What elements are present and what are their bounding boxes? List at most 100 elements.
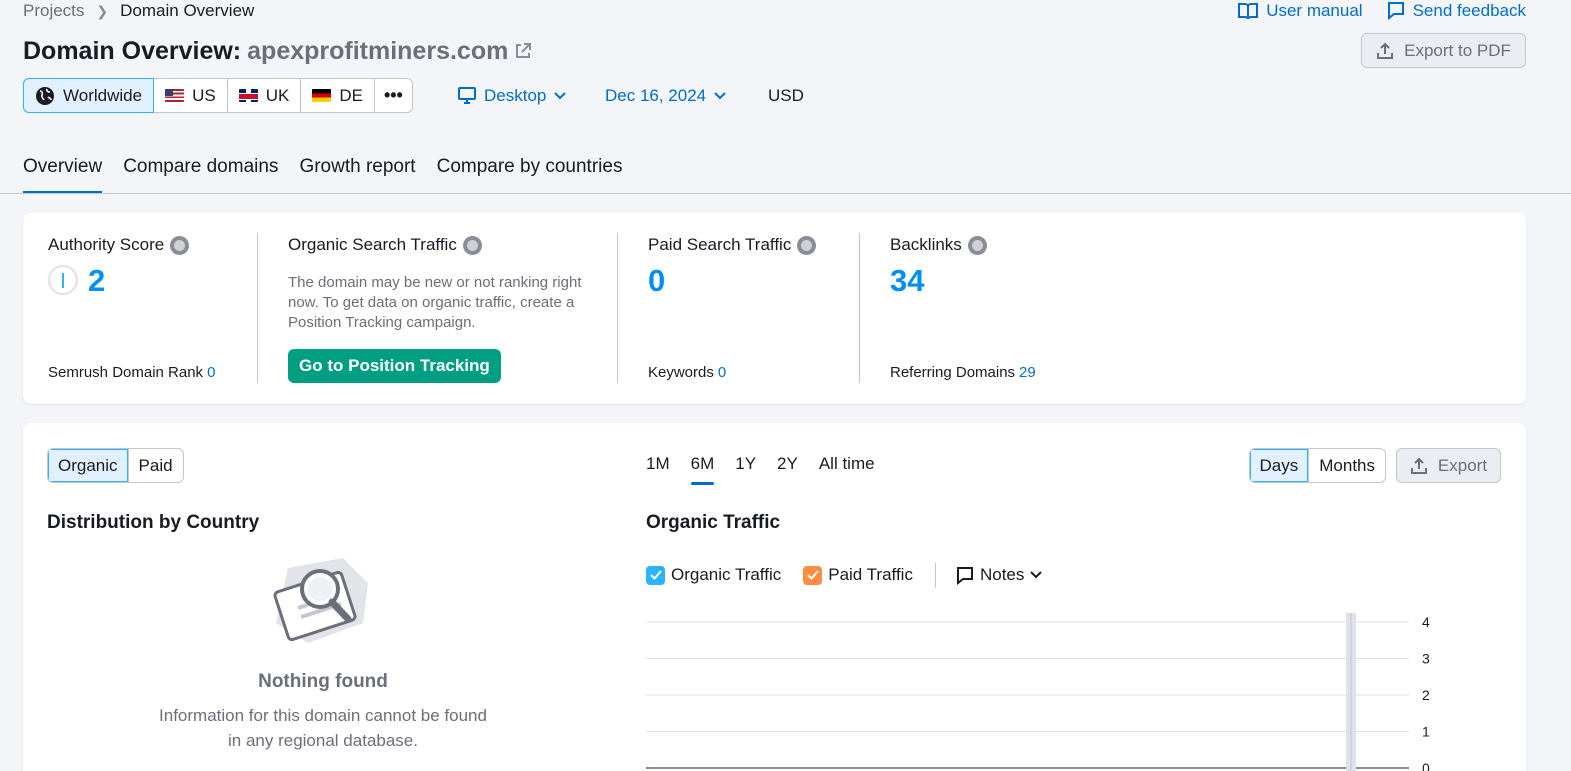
db-uk-label: UK — [265, 85, 290, 105]
external-link-icon[interactable] — [514, 42, 532, 60]
organic-traffic-chart-title: Organic Traffic — [646, 512, 781, 533]
tab-compare-domains[interactable]: Compare domains — [123, 152, 278, 194]
chat-bubble-icon — [956, 566, 973, 585]
period-all-time[interactable]: All time — [819, 454, 875, 484]
toggle-days[interactable]: Days — [1249, 449, 1310, 482]
period-1m[interactable]: 1M — [646, 454, 670, 484]
toggle-paid[interactable]: Paid — [129, 449, 183, 482]
summary-card: Authority Score 2 Semrush Domain Rank 0 O… — [23, 213, 1526, 404]
date-selector[interactable]: Dec 16, 2024 — [605, 83, 726, 108]
breadcrumb-projects-link[interactable]: Projects — [23, 1, 84, 21]
de-flag-icon — [312, 89, 332, 102]
paid-traffic-widget: Paid Search Traffic 0 Keywords 0 — [648, 213, 858, 404]
paid-traffic-value[interactable]: 0 — [648, 263, 665, 299]
semrush-rank: Semrush Domain Rank 0 — [48, 364, 215, 381]
backlinks-value[interactable]: 34 — [890, 263, 924, 299]
db-more-button[interactable]: ••• — [375, 79, 412, 112]
organic-traffic-widget: Organic Search Traffic The domain may be… — [288, 213, 608, 404]
metric-divider — [859, 233, 860, 383]
legend-paid-label: Paid Traffic — [828, 565, 913, 584]
tab-growth-report[interactable]: Growth report — [299, 152, 415, 194]
authority-score-widget: Authority Score 2 Semrush Domain Rank 0 — [48, 213, 258, 404]
referring-domains: Referring Domains 29 — [890, 364, 1036, 381]
export-pdf-button[interactable]: Export to PDF — [1361, 33, 1526, 68]
date-label: Dec 16, 2024 — [605, 85, 707, 105]
currency-label: USD — [768, 85, 804, 105]
granularity-toggle: Days Months — [1248, 448, 1386, 483]
user-manual-label: User manual — [1266, 1, 1363, 20]
legend-organic-label: Organic Traffic — [671, 565, 782, 584]
breadcrumb-current: Domain Overview — [120, 1, 255, 20]
period-selector: 1M 6M 1Y 2Y All time — [646, 454, 875, 485]
empty-state-title: Nothing found — [258, 671, 388, 692]
metric-divider — [257, 233, 258, 383]
db-uk-button[interactable]: UK — [228, 79, 302, 112]
upload-icon — [1410, 457, 1427, 474]
go-to-position-tracking-button[interactable]: Go to Position Tracking — [288, 349, 501, 383]
device-label: Desktop — [484, 85, 547, 105]
period-1y[interactable]: 1Y — [735, 454, 756, 484]
toggle-organic[interactable]: Organic — [48, 449, 129, 482]
referring-domains-value[interactable]: 29 — [1019, 364, 1036, 381]
db-worldwide-label: Worldwide — [63, 85, 143, 105]
authority-score-value[interactable]: 2 — [88, 263, 105, 299]
notes-label: Notes — [979, 565, 1025, 584]
send-feedback-link[interactable]: Send feedback — [1387, 1, 1526, 21]
legend-paid-traffic[interactable]: Paid Traffic — [803, 565, 913, 585]
chevron-down-icon — [714, 91, 726, 99]
page-title: Domain Overview: apexprofitminers.com — [23, 36, 532, 66]
globe-icon — [170, 235, 190, 255]
tab-compare-by-countries[interactable]: Compare by countries — [437, 152, 623, 194]
semrush-rank-value[interactable]: 0 — [207, 364, 215, 381]
send-feedback-label: Send feedback — [1412, 1, 1526, 20]
authority-score-ring — [48, 265, 78, 295]
authority-score-title: Authority Score — [48, 235, 190, 255]
legend-organic-traffic[interactable]: Organic Traffic — [646, 565, 781, 585]
db-de-button[interactable]: DE — [301, 79, 375, 112]
magnifier-document-icon — [273, 558, 368, 643]
uk-flag-icon — [238, 89, 258, 102]
us-flag-icon — [165, 89, 185, 102]
db-us-button[interactable]: US — [154, 79, 228, 112]
chart-legend: Organic Traffic Paid Traffic Notes — [646, 562, 1043, 588]
chevron-right-icon: ❯ — [96, 2, 109, 19]
user-manual-link[interactable]: User manual — [1238, 1, 1363, 21]
globe-icon — [797, 235, 817, 255]
report-tabs: Overview Compare domains Growth report C… — [23, 152, 622, 194]
paid-traffic-label[interactable]: Paid Search Traffic — [648, 235, 791, 255]
more-dots-icon: ••• — [383, 85, 403, 105]
authority-score-label[interactable]: Authority Score — [48, 235, 164, 255]
chevron-down-icon — [1030, 571, 1043, 579]
title-domain[interactable]: apexprofitminers.com — [247, 37, 508, 66]
export-pdf-label: Export to PDF — [1404, 40, 1511, 60]
checkbox-checked-icon[interactable] — [803, 565, 823, 585]
toggle-months[interactable]: Months — [1309, 449, 1385, 482]
chevron-down-icon — [554, 91, 567, 99]
semrush-rank-label: Semrush Domain Rank — [48, 364, 204, 381]
keywords-value[interactable]: 0 — [718, 364, 726, 381]
export-button[interactable]: Export — [1396, 448, 1501, 483]
top-links: User manual Send feedback — [1238, 0, 1526, 22]
checkbox-checked-icon[interactable] — [646, 565, 665, 585]
y-tick-label: 0 — [1422, 760, 1430, 771]
paid-traffic-title: Paid Search Traffic — [648, 235, 817, 255]
period-6m[interactable]: 6M — [690, 454, 714, 485]
db-worldwide-button[interactable]: Worldwide — [23, 78, 155, 113]
device-selector[interactable]: Desktop — [458, 83, 567, 108]
globe-icon — [462, 235, 482, 255]
backlinks-label[interactable]: Backlinks — [890, 235, 962, 255]
globe-icon — [967, 235, 987, 255]
tab-overview[interactable]: Overview — [23, 152, 103, 194]
notes-dropdown[interactable]: Notes — [956, 565, 1043, 585]
y-tick-label: 1 — [1422, 724, 1430, 740]
organic-traffic-description: The domain may be new or not ranking rig… — [288, 274, 582, 331]
title-prefix: Domain Overview: — [23, 36, 242, 65]
y-tick-label: 3 — [1422, 651, 1430, 667]
y-tick-label: 2 — [1422, 687, 1430, 703]
period-2y[interactable]: 2Y — [777, 454, 798, 484]
legend-divider — [934, 562, 936, 588]
backlinks-title: Backlinks — [890, 235, 987, 255]
organic-traffic-title: Organic Search Traffic — [288, 235, 482, 255]
traffic-card: Organic Paid 1M 6M 1Y 2Y All time Days M… — [23, 423, 1526, 771]
organic-traffic-label[interactable]: Organic Search Traffic — [288, 235, 457, 255]
